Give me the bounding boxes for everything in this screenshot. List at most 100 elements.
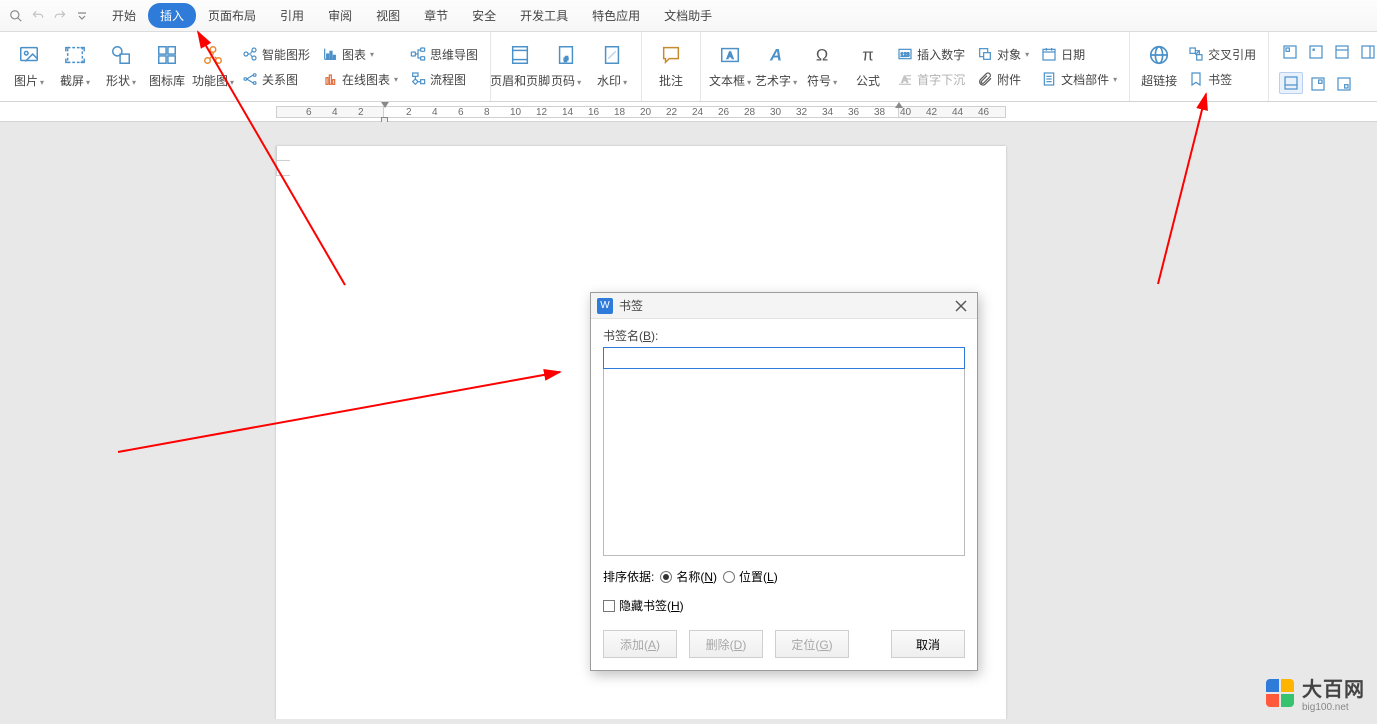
flowchart-label: 流程图: [430, 71, 466, 88]
hyperlink-label: 超链接: [1141, 72, 1177, 89]
sort-by-name-radio[interactable]: 名称(N): [660, 568, 717, 585]
relation-diagram-button[interactable]: 关系图: [240, 70, 312, 89]
chart-button[interactable]: 图表▾: [320, 45, 400, 64]
symbol-button[interactable]: Ω 符号▾: [799, 36, 845, 97]
textbox-button[interactable]: A 文本框▾: [707, 36, 753, 97]
tab-security[interactable]: 安全: [460, 3, 508, 28]
date-button[interactable]: 日期: [1039, 45, 1119, 64]
pane-icon-3: [1334, 44, 1350, 60]
comment-icon: [660, 44, 682, 66]
ruler-tick: 32: [796, 107, 807, 118]
tab-insert[interactable]: 插入: [148, 3, 196, 28]
bookmark-label: 书签: [1208, 71, 1232, 88]
flowchart-button[interactable]: 流程图: [408, 70, 480, 89]
pane-button-2[interactable]: [1305, 42, 1327, 62]
hyperlink-button[interactable]: 超链接: [1136, 36, 1182, 97]
hidden-bookmarks-checkbox[interactable]: 隐藏书签(H): [603, 597, 684, 614]
comment-button[interactable]: 批注: [648, 36, 694, 97]
pane-button-7[interactable]: [1333, 74, 1355, 94]
bookmark-name-input[interactable]: [603, 347, 965, 369]
picture-icon: [18, 44, 40, 66]
ribbon-group-illustrations: 图片▾ 截屏▾ 形状▾ 图标库 功能图▾ 智能图形 关系图 图表▾ 在线图表▾ …: [0, 32, 491, 101]
search-icon[interactable]: [8, 8, 24, 24]
ruler-tick: 4: [332, 107, 338, 118]
attachment-button[interactable]: 附件: [975, 70, 1031, 89]
pane-button-6[interactable]: [1307, 74, 1329, 94]
sort-by-location-radio[interactable]: 位置(L): [723, 568, 778, 585]
cancel-button[interactable]: 取消: [891, 630, 965, 658]
dropcap-button[interactable]: A首字下沉: [895, 70, 967, 89]
ruler-tick: 28: [744, 107, 755, 118]
tab-review[interactable]: 审阅: [316, 3, 364, 28]
attachment-icon: [977, 71, 993, 87]
pane-button-3[interactable]: [1331, 42, 1353, 62]
wordart-icon: A: [765, 44, 787, 66]
margin-corner-mark: [276, 175, 290, 176]
quick-access-toolbar: [2, 8, 96, 24]
textbox-icon: A: [719, 44, 741, 66]
docparts-label: 文档部件: [1061, 71, 1109, 88]
tab-dev-tools[interactable]: 开发工具: [508, 3, 580, 28]
attachment-label: 附件: [997, 71, 1021, 88]
ruler-tick: 8: [484, 107, 490, 118]
pane-icon-7: [1336, 76, 1352, 92]
watermark-button[interactable]: 水印▾: [589, 36, 635, 97]
bookmark-dialog: W 书签 书签名(B): 排序依据: 名称(N) 位置(L) 隐藏书签(H): [590, 292, 978, 671]
tab-view[interactable]: 视图: [364, 3, 412, 28]
qat-dropdown-icon[interactable]: [74, 8, 90, 24]
insert-number-button[interactable]: 123插入数字: [895, 45, 967, 64]
add-button[interactable]: 添加(A): [603, 630, 677, 658]
margin-corner-mark: [276, 161, 277, 175]
online-chart-button[interactable]: 在线图表▾: [320, 70, 400, 89]
crossref-button[interactable]: 交叉引用: [1186, 45, 1258, 64]
delete-button[interactable]: 删除(D): [689, 630, 763, 658]
bookmark-button[interactable]: 书签: [1186, 70, 1258, 89]
bookmark-list[interactable]: [603, 368, 965, 556]
first-line-indent-marker[interactable]: [381, 102, 389, 108]
svg-text:A: A: [769, 47, 782, 65]
crossref-icon: [1188, 46, 1204, 62]
tab-sections[interactable]: 章节: [412, 3, 460, 28]
smart-art-icon: [242, 46, 258, 62]
menu-tab-bar: 开始 插入 页面布局 引用 审阅 视图 章节 安全 开发工具 特色应用 文档助手: [0, 0, 1377, 32]
function-diagram-button[interactable]: 功能图▾: [190, 36, 236, 97]
dialog-close-button[interactable]: [951, 296, 971, 316]
wordart-label: 艺术字: [755, 74, 791, 88]
screenshot-button[interactable]: 截屏▾: [52, 36, 98, 97]
picture-button[interactable]: 图片▾: [6, 36, 52, 97]
pane-button-1[interactable]: [1279, 42, 1301, 62]
dialog-title: 书签: [619, 297, 951, 314]
tab-references[interactable]: 引用: [268, 3, 316, 28]
pane-button-5[interactable]: [1279, 72, 1303, 94]
tab-page-layout[interactable]: 页面布局: [196, 3, 268, 28]
tab-special[interactable]: 特色应用: [580, 3, 652, 28]
dialog-titlebar[interactable]: W 书签: [591, 293, 977, 319]
right-indent-marker[interactable]: [895, 102, 903, 108]
ruler-tick: 16: [588, 107, 599, 118]
tab-doc-assistant[interactable]: 文档助手: [652, 3, 724, 28]
object-button[interactable]: 对象▾: [975, 45, 1031, 64]
formula-button[interactable]: π 公式: [845, 36, 891, 97]
wordart-button[interactable]: A 艺术字▾: [753, 36, 799, 97]
insert-number-label: 插入数字: [917, 46, 965, 63]
redo-icon[interactable]: [52, 8, 68, 24]
header-footer-button[interactable]: 页眉和页脚: [497, 36, 543, 97]
docparts-button[interactable]: 文档部件▾: [1039, 70, 1119, 89]
tab-start[interactable]: 开始: [100, 3, 148, 28]
chart-icon: [322, 46, 338, 62]
icon-library-button[interactable]: 图标库: [144, 36, 190, 97]
dropcap-icon: A: [897, 71, 913, 87]
goto-button[interactable]: 定位(G): [775, 630, 849, 658]
symbol-icon: Ω: [811, 44, 833, 66]
page-number-button[interactable]: # 页码▾: [543, 36, 589, 97]
shapes-button[interactable]: 形状▾: [98, 36, 144, 97]
screenshot-label: 截屏: [60, 74, 84, 88]
flowchart-icon: [410, 71, 426, 87]
smart-art-button[interactable]: 智能图形: [240, 45, 312, 64]
pane-icon-6: [1310, 76, 1326, 92]
pane-button-4[interactable]: [1357, 42, 1377, 62]
ruler-tick: 14: [562, 107, 573, 118]
undo-icon[interactable]: [30, 8, 46, 24]
mindmap-button[interactable]: 思维导图: [408, 45, 480, 64]
dropcap-label: 首字下沉: [917, 71, 965, 88]
